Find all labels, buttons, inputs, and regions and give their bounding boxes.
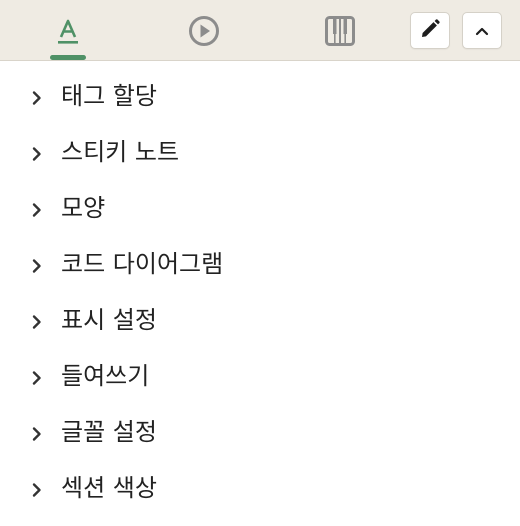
chevron-right-icon [31,370,43,390]
chevron-right-icon [31,146,43,166]
section-section-colors[interactable]: 섹션 색상 [0,454,520,510]
section-label: 들여쓰기 [61,362,150,390]
active-tab-indicator [50,55,86,60]
section-label: 스티키 노트 [61,138,180,166]
section-tag-assignment[interactable]: 태그 할당 [0,62,520,118]
section-display-settings[interactable]: 표시 설정 [0,286,520,342]
text-format-icon [56,17,80,45]
chevron-right-icon [31,482,43,502]
chevron-right-icon [31,90,43,110]
settings-section-list: 태그 할당 스티키 노트 모양 코드 다이어그램 표시 설정 들여쓰기 글꼴 설… [0,62,520,510]
section-sticky-notes[interactable]: 스티키 노트 [0,118,520,174]
section-label: 섹션 색상 [61,474,157,502]
chevron-right-icon [31,314,43,334]
chevron-right-icon [31,426,43,446]
chevron-right-icon [31,202,43,222]
tab-keyboard[interactable] [310,0,370,61]
play-circle-icon [188,15,220,47]
edit-button[interactable] [410,12,450,49]
section-indentation[interactable]: 들여쓰기 [0,342,520,398]
section-label: 모양 [61,194,106,222]
section-chord-diagram[interactable]: 코드 다이어그램 [0,230,520,286]
toolbar [0,0,520,61]
tab-text-format[interactable] [38,0,98,61]
piano-keys-icon [325,15,355,46]
section-font-settings[interactable]: 글꼴 설정 [0,398,520,454]
collapse-button[interactable] [462,12,502,49]
section-label: 글꼴 설정 [61,418,157,446]
chevron-right-icon [31,258,43,278]
pencil-icon [420,18,440,43]
section-label: 코드 다이어그램 [61,250,224,278]
tab-playback[interactable] [174,0,234,61]
section-shape[interactable]: 모양 [0,174,520,230]
section-label: 태그 할당 [61,82,157,110]
chevron-up-icon [475,21,489,40]
section-label: 표시 설정 [61,306,157,334]
